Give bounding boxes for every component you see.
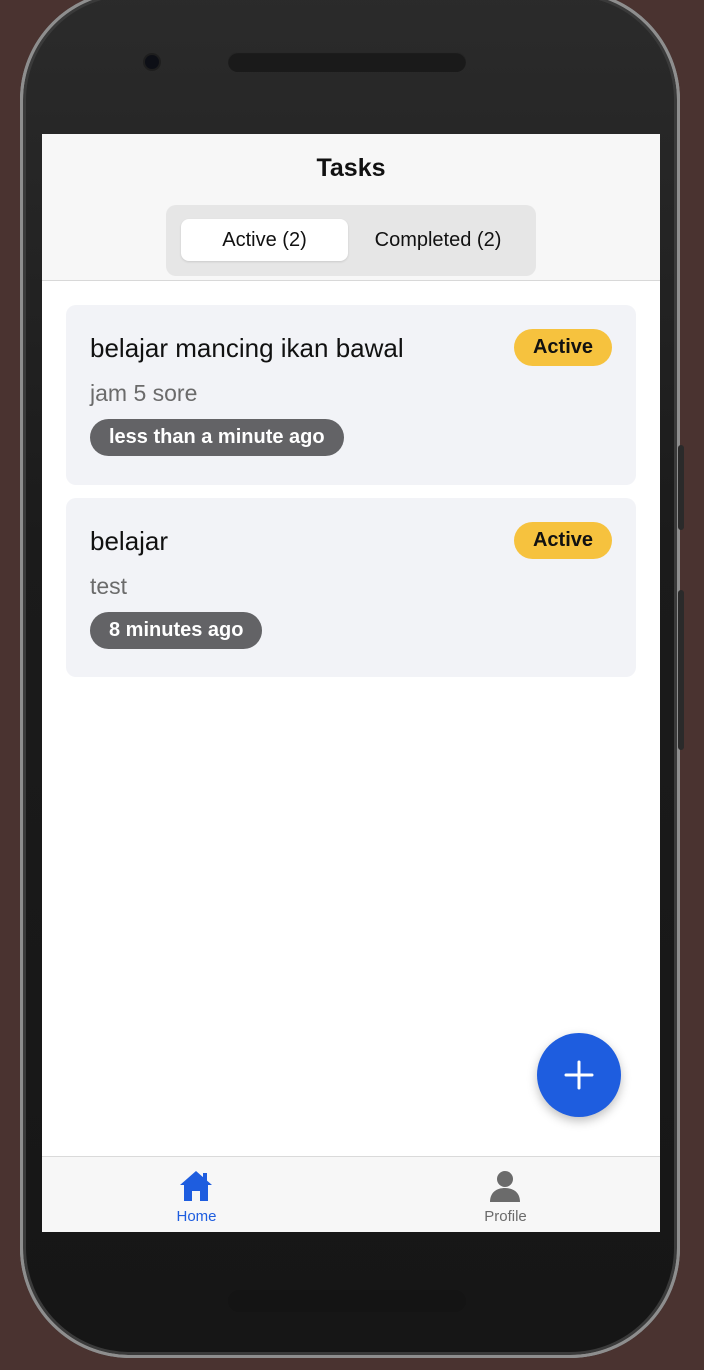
user-icon xyxy=(490,1171,520,1202)
earpiece-speaker xyxy=(228,52,466,72)
task-description: test xyxy=(90,573,128,599)
volume-up-button xyxy=(678,445,684,530)
status-segmented-control: Active (2) Completed (2) xyxy=(166,205,536,276)
tab-profile-label: Profile xyxy=(484,1208,527,1225)
tab-profile[interactable]: Profile xyxy=(351,1157,660,1232)
tab-home-label: Home xyxy=(176,1208,217,1225)
app-header: Tasks Active (2) Completed (2) xyxy=(42,134,660,281)
status-badge: Active xyxy=(513,522,612,559)
bottom-speaker xyxy=(228,1290,466,1312)
task-title: belajar mancing ikan bawal xyxy=(90,333,404,363)
task-timestamp: less than a minute ago xyxy=(90,419,344,456)
plus-icon xyxy=(564,1060,594,1090)
task-card[interactable]: belajar mancing ikan bawal Active jam 5 … xyxy=(66,305,636,485)
task-description: jam 5 sore xyxy=(90,380,198,406)
status-badge: Active xyxy=(513,329,612,366)
tab-completed[interactable]: Completed (2) xyxy=(354,219,522,261)
task-timestamp: 8 minutes ago xyxy=(90,612,263,649)
tab-home[interactable]: Home xyxy=(42,1157,351,1232)
add-task-button[interactable] xyxy=(537,1033,621,1117)
home-icon xyxy=(180,1171,212,1201)
app-screen: Tasks Active (2) Completed (2) belajar m… xyxy=(42,134,660,1232)
front-camera xyxy=(145,55,159,69)
tab-active[interactable]: Active (2) xyxy=(181,219,348,261)
page-title: Tasks xyxy=(316,154,386,182)
task-title: belajar xyxy=(90,526,169,556)
bottom-tab-bar: Home Profile xyxy=(42,1156,660,1232)
power-button xyxy=(678,590,684,750)
task-card[interactable]: belajar Active test 8 minutes ago xyxy=(66,498,636,677)
